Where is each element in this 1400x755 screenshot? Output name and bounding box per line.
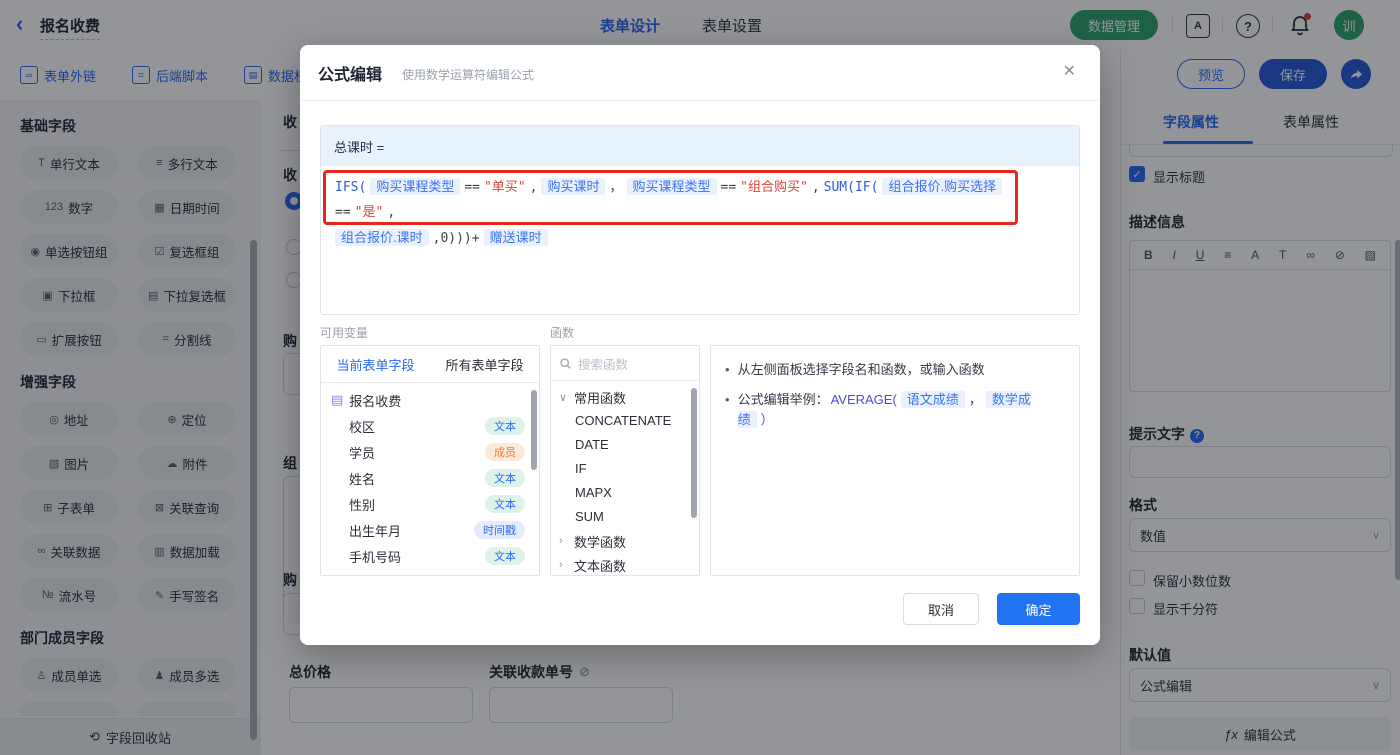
tip-line-1: • 从左侧面板选择字段名和函数，或输入函数 [725, 362, 985, 377]
close-icon[interactable]: ✕ [1063, 61, 1076, 81]
formula-token: == [720, 180, 737, 195]
variable-row[interactable]: 学员 成员 [321, 439, 539, 465]
formula-token: == [464, 180, 480, 195]
variable-row[interactable]: 性别 文本 [321, 491, 539, 517]
function-list: ∨ 常用函数 CONCATENATE DATE IF MAPX SUM › 数学函数 › 文本函数 [551, 381, 699, 580]
variable-row[interactable]: 姓名 文本 [321, 465, 539, 491]
formula-token: , [811, 180, 820, 195]
modal-subtitle: 使用数学运算符编辑公式 [402, 68, 535, 82]
variable-name: 姓名 [349, 471, 376, 487]
search-icon [560, 357, 571, 369]
confirm-button[interactable]: 确定 [997, 593, 1080, 625]
function-item[interactable]: CONCATENATE [551, 409, 699, 433]
formula-editor: 总课时 = IFS(购买课程类型 == "单买", 购买课时，购买课程类型 == "组合购… [320, 125, 1080, 315]
variable-name: 校区 [349, 419, 376, 435]
variable-list: ▤ 报名收费 校区 文本 学员 成员 姓名 文本 性别 文本 出生年月 时间戳 手机号码 文本 [321, 383, 539, 579]
formula-token: ， [968, 392, 982, 407]
functions-label: 函数 [550, 326, 575, 340]
formula-token: "组合购买" [740, 180, 808, 195]
document-icon: ▤ [331, 392, 344, 407]
formula-token: , [529, 180, 538, 195]
function-search[interactable]: 搜索函数 [551, 346, 699, 381]
variable-type-badge: 文本 [485, 417, 525, 435]
variable-name: 手机号码 [349, 549, 402, 565]
function-group[interactable]: › 数学函数 [551, 529, 699, 553]
variable-type-badge: 文本 [485, 495, 525, 513]
function-scrollbar[interactable] [691, 388, 697, 518]
formula-edit-modal: 公式编辑 使用数学运算符编辑公式 ✕ 总课时 = IFS(购买课程类型 == "单买… [300, 45, 1100, 645]
form-tree-node[interactable]: ▤ 报名收费 [321, 387, 539, 413]
formula-field-chip[interactable]: 购买课时 [541, 178, 606, 195]
formula-target: 总课时 = [321, 126, 1079, 166]
variable-tabs: 当前表单字段 所有表单字段 [321, 346, 539, 383]
function-item[interactable]: IF [551, 457, 699, 481]
function-group-label: 常用函数 [574, 390, 627, 406]
variable-name: 学员 [349, 445, 376, 461]
formula-field-chip[interactable]: 赠送课时 [483, 229, 548, 246]
search-placeholder: 搜索函数 [578, 357, 629, 372]
variable-type-badge: 时间戳 [474, 521, 525, 539]
app-root: ‹ 报名收费 表单设计 表单设置 数据管理 A ? 训 ∞ 表单外链 ⌗ 后端脚本 ▤ 数… [0, 0, 1400, 755]
variables-label: 可用变量 [320, 326, 369, 340]
formula-token: SUM(IF( [823, 180, 879, 195]
formula-token: AVERAGE( [830, 392, 897, 407]
formula-field-chip[interactable]: 购买课程类型 [370, 178, 461, 195]
variable-scrollbar[interactable] [531, 390, 537, 470]
chevron-icon: › [559, 535, 563, 547]
function-item[interactable]: MAPX [551, 481, 699, 505]
formula-field-chip[interactable]: 语文成绩 [900, 391, 965, 408]
function-group-label: 数学函数 [574, 534, 627, 550]
tips-panel: • 从左侧面板选择字段名和函数，或输入函数 • 公式编辑举例： AVERAGE(语… [710, 345, 1080, 576]
tab-current-form-fields[interactable]: 当前表单字段 [321, 346, 430, 382]
tip-line-2: • 公式编辑举例： AVERAGE(语文成绩，数学成绩） [725, 391, 1031, 428]
formula-token: ） [760, 412, 774, 427]
formula-token: == [335, 205, 351, 220]
variable-name: 出生年月 [349, 523, 402, 539]
variable-name: 性别 [349, 497, 376, 513]
formula-body[interactable]: IFS(购买课程类型 == "单买", 购买课时，购买课程类型 == "组合购买", SUM… [321, 166, 1079, 314]
formula-field-chip[interactable]: 组合报价.购买选择 [882, 178, 1003, 195]
function-group[interactable]: › 文本函数 [551, 553, 699, 577]
functions-panel: 搜索函数 ∨ 常用函数 CONCATENATE DATE IF MAPX SUM › 数学函数 ›… [550, 345, 700, 576]
form-name: 报名收费 [349, 393, 402, 409]
formula-field-chip[interactable]: 购买课程类型 [626, 178, 717, 195]
chevron-icon: › [559, 559, 563, 571]
formula-line[interactable]: IFS(购买课程类型 == "单买", 购买课时，购买课程类型 == "组合购买", SUM… [333, 174, 1008, 251]
variable-rows: 校区 文本 学员 成员 姓名 文本 性别 文本 出生年月 时间戳 手机号码 文本 [321, 413, 539, 569]
variable-row[interactable]: 校区 文本 [321, 413, 539, 439]
variable-type-badge: 成员 [485, 443, 525, 461]
function-item[interactable]: DATE [551, 433, 699, 457]
modal-header-divider [300, 100, 1100, 101]
variable-type-badge: 文本 [485, 469, 525, 487]
formula-field-chip[interactable]: 组合报价.课时 [335, 229, 429, 246]
function-group-label: 文本函数 [574, 558, 627, 574]
chevron-icon: ∨ [559, 391, 568, 404]
tab-all-form-fields[interactable]: 所有表单字段 [430, 346, 539, 382]
formula-token: , [387, 205, 396, 220]
formula-token: ， [609, 180, 623, 195]
formula-token: ,0)))+ [432, 231, 480, 246]
function-group[interactable]: ∨ 常用函数 [551, 385, 699, 409]
function-item[interactable]: SUM [551, 505, 699, 529]
formula-token: "单买" [483, 180, 526, 195]
formula-token: IFS( [335, 180, 367, 195]
formula-token: "是" [354, 205, 384, 220]
modal-title: 公式编辑 [318, 67, 383, 84]
variable-type-badge: 文本 [485, 547, 525, 565]
variable-row[interactable]: 手机号码 文本 [321, 543, 539, 569]
variables-panel: 当前表单字段 所有表单字段 ▤ 报名收费 校区 文本 学员 成员 姓名 文本 性别 文本 出生年… [320, 345, 540, 576]
cancel-button[interactable]: 取消 [903, 593, 979, 625]
variable-row[interactable]: 出生年月 时间戳 [321, 517, 539, 543]
